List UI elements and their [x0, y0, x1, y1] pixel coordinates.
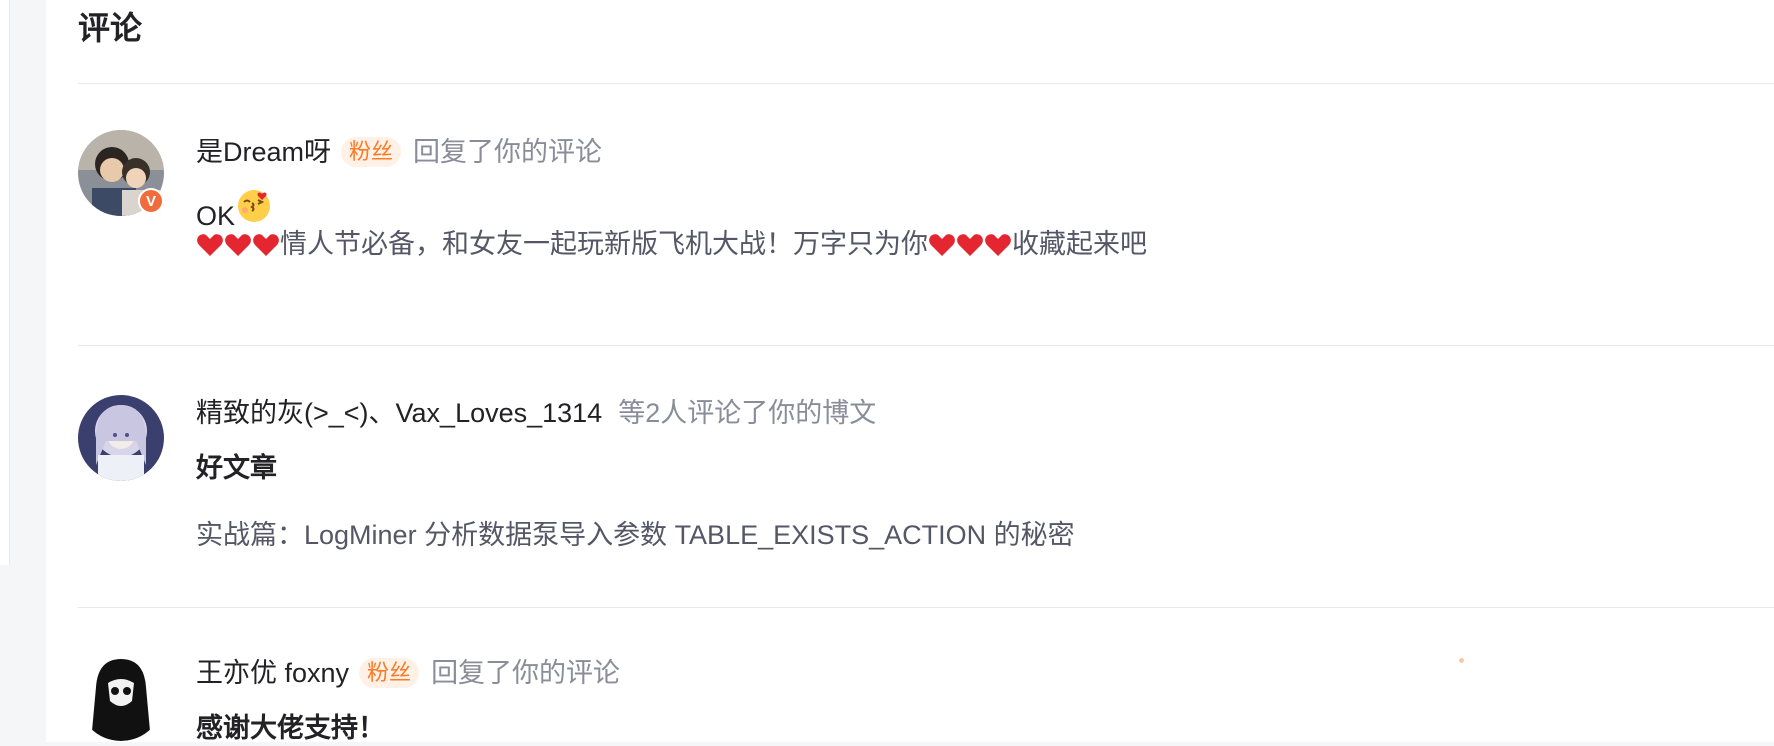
- action-text: 回复了你的评论: [431, 658, 621, 688]
- comment-content: 感谢大佬支持！: [196, 713, 385, 743]
- article-title: 实战篇：LogMiner 分析数据泵导入参数 TABLE_EXISTS_ACTI…: [196, 520, 1075, 550]
- heart-icon: [196, 231, 224, 257]
- username-link[interactable]: 是Dream呀: [196, 134, 331, 170]
- left-sidebar-edge: [0, 0, 10, 565]
- heart-icon: [252, 231, 280, 257]
- article-title-suffix: 收藏起来吧: [1012, 229, 1147, 259]
- page-title: 评论: [78, 10, 143, 46]
- action-text: 回复了你的评论: [413, 137, 603, 167]
- article-title: 情人节必备，和女友一起玩新版飞机大战！万字只为你: [280, 229, 928, 259]
- article-link[interactable]: 实战篇：LogMiner 分析数据泵导入参数 TABLE_EXISTS_ACTI…: [196, 517, 1075, 553]
- verified-badge: V: [138, 188, 164, 214]
- notification-header: 是Dream呀 粉丝 回复了你的评论: [196, 134, 602, 170]
- decorative-dot: [1459, 658, 1464, 663]
- kiss-face-emoji-icon: [237, 189, 271, 223]
- comment-text: 感谢大佬支持！: [196, 710, 385, 746]
- item-divider: [78, 345, 1774, 346]
- notification-header: 王亦优 foxny 粉丝 回复了你的评论: [196, 655, 620, 691]
- heart-icon: [984, 231, 1012, 257]
- notification-header: 精致的灰(>_<)、Vax_Loves_1314 等2人评论了你的博文: [196, 395, 876, 431]
- heart-icon: [956, 231, 984, 257]
- avatar[interactable]: [78, 655, 164, 741]
- action-text: 等2人评论了你的博文: [618, 398, 877, 428]
- comment-content: 好文章: [196, 453, 277, 483]
- heart-icon: [928, 231, 956, 257]
- fan-badge: 粉丝: [359, 658, 420, 688]
- fan-badge: 粉丝: [341, 137, 402, 167]
- item-divider: [78, 607, 1774, 608]
- article-link[interactable]: 情人节必备，和女友一起玩新版飞机大战！万字只为你 收藏起来吧: [196, 226, 1147, 262]
- username-link[interactable]: 王亦优 foxny: [196, 655, 349, 691]
- avatar[interactable]: [78, 395, 164, 481]
- title-divider: [78, 83, 1774, 84]
- username-link[interactable]: 精致的灰(>_<)、Vax_Loves_1314: [196, 395, 602, 431]
- comment-text: 好文章: [196, 450, 277, 486]
- heart-icon: [224, 231, 252, 257]
- comments-panel: 评论 V 是Dream呀 粉丝 回复了你的评论 OK 情人节必备，和女友一起玩新…: [46, 0, 1774, 743]
